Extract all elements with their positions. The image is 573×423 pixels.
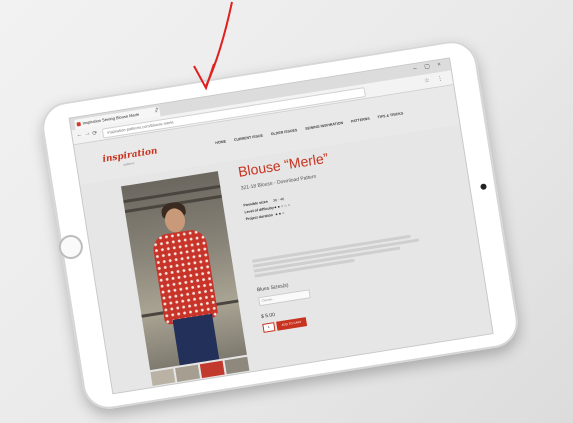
arrow-head: [193, 63, 215, 91]
scene: Inspiration Sewing Blouse Merle × + – ▢ …: [0, 0, 573, 423]
annotation-arrow: [193, 1, 233, 91]
